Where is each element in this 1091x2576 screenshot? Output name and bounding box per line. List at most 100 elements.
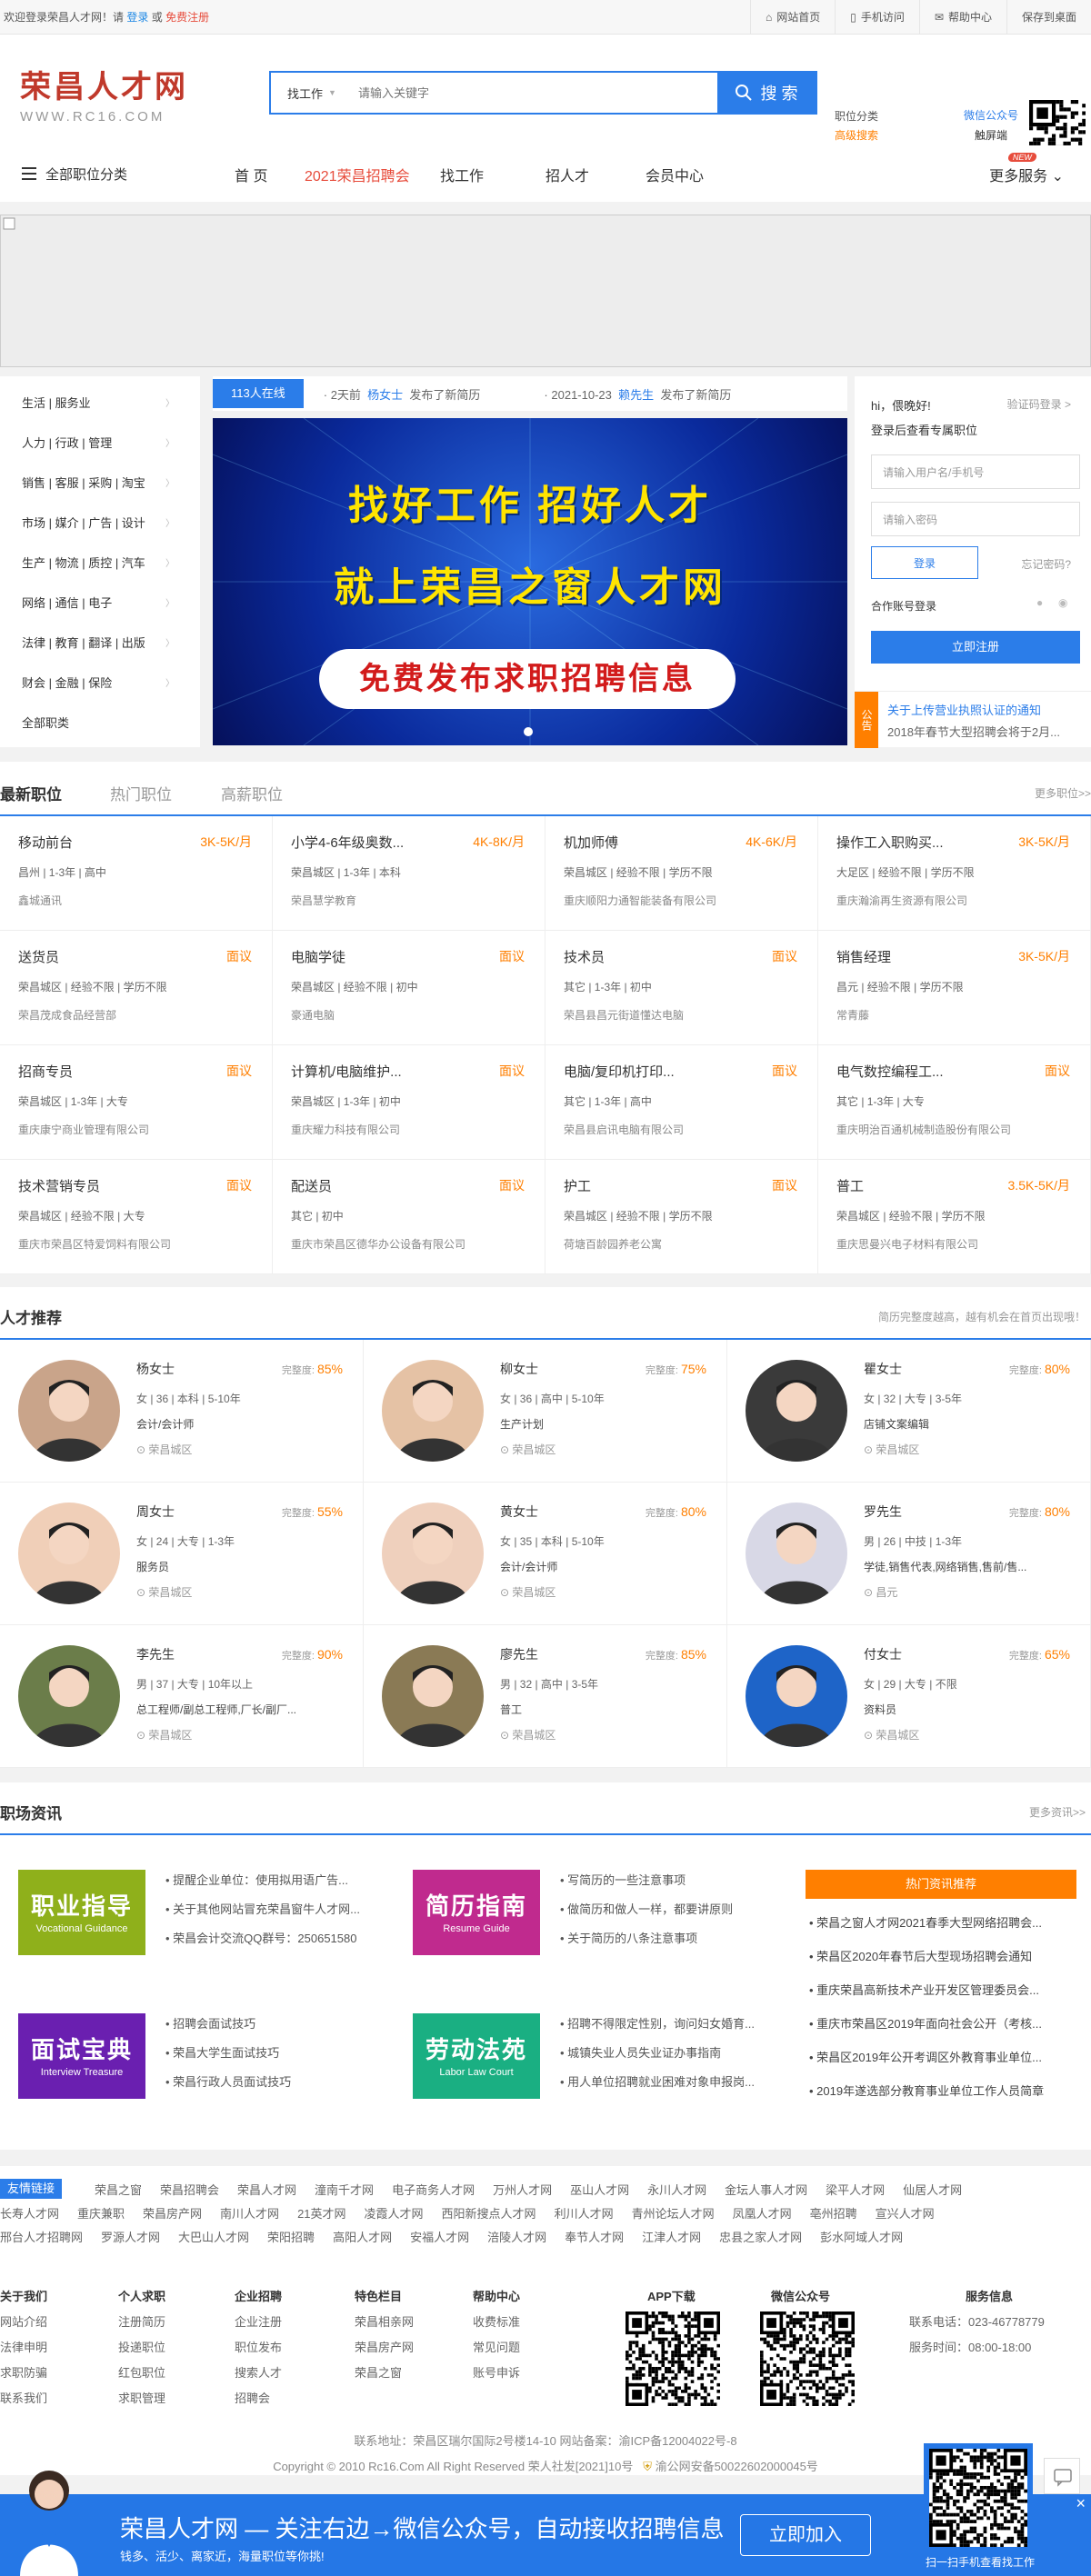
footer-link[interactable]: 红包职位 (118, 2361, 165, 2386)
category-item[interactable]: 全部职类 (0, 702, 200, 742)
talent-card[interactable]: 廖先生 完整度: 85% 男 | 32 | 高中 | 3-5年 普工 ⊙ 荣昌城… (364, 1625, 727, 1768)
site-logo[interactable]: 荣昌人才网 WWW.RC16.COM (20, 62, 188, 125)
news-category-box[interactable]: 职业指导 Vocational Guidance (18, 1870, 145, 1955)
news-item[interactable]: • 荣昌大学生面试技巧 (165, 2039, 291, 2068)
friend-link[interactable]: 金坛人事人才网 (725, 2183, 807, 2197)
talent-name[interactable]: 罗先生 (864, 1503, 902, 1521)
news-item[interactable]: • 城镇失业人员失业证办事指南 (560, 2039, 755, 2068)
login-link[interactable]: 登录 (126, 11, 148, 24)
help-link[interactable]: ✉ 帮助中心 (918, 0, 1006, 34)
friend-link[interactable]: 奉节人才网 (565, 2231, 624, 2244)
save-desktop-link[interactable]: 保存到桌面 (1006, 0, 1091, 34)
job-card[interactable]: 技术营销专员 面议 荣昌城区 | 经验不限 | 大专 重庆市荣昌区特爱饲料有限公… (0, 1160, 273, 1274)
friend-link[interactable]: 青州论坛人才网 (632, 2207, 715, 2221)
friend-link[interactable]: 荣昌招聘会 (160, 2183, 219, 2197)
tab-latest-jobs[interactable]: 最新职位 (0, 782, 62, 804)
avatar[interactable] (746, 1360, 847, 1462)
news-item[interactable]: • 用人单位招聘就业困难对象申报岗... (560, 2068, 755, 2097)
nav-find-job[interactable]: 找工作 (440, 164, 484, 185)
job-company[interactable]: 重庆康宁商业管理有限公司 (18, 1122, 254, 1137)
category-item[interactable]: 财会 | 金融 | 保险〉 (0, 662, 200, 702)
talent-card[interactable]: 杨女士 完整度: 85% 女 | 36 | 本科 | 5-10年 会计/会计师 … (0, 1340, 364, 1483)
avatar[interactable] (382, 1645, 484, 1747)
footer-link[interactable]: 账号申诉 (473, 2361, 520, 2386)
job-card[interactable]: 护工 面议 荣昌城区 | 经验不限 | 学历不限 荷塘百龄园养老公寓 (546, 1160, 818, 1274)
category-item[interactable]: 生产 | 物流 | 质控 | 汽车〉 (0, 542, 200, 582)
nav-home[interactable]: 首 页 (235, 164, 267, 185)
avatar[interactable] (382, 1503, 484, 1604)
footer-link[interactable]: 法律申明 (0, 2335, 47, 2361)
friend-link[interactable]: 罗源人才网 (101, 2231, 160, 2244)
code-login-link[interactable]: 验证码登录 > (1007, 396, 1071, 412)
nav-member-center[interactable]: 会员中心 (646, 164, 704, 185)
nav-job-fair[interactable]: 2021荣昌招聘会 (305, 164, 410, 185)
hot-news-item[interactable]: • 重庆荣昌高新技术产业开发区管理委员会... (809, 1973, 1082, 2007)
talent-name[interactable]: 付女士 (864, 1645, 902, 1663)
footer-link[interactable]: 收费标准 (473, 2310, 520, 2335)
category-link[interactable]: 职位分类 (835, 107, 878, 126)
search-input[interactable] (353, 73, 717, 113)
footer-link[interactable]: 荣昌相亲网 (355, 2310, 414, 2335)
footer-link[interactable]: 注册简历 (118, 2310, 165, 2335)
talent-name[interactable]: 廖先生 (500, 1645, 538, 1663)
news-item[interactable]: • 关于其他网站冒充荣昌窗牛人才网... (165, 1895, 360, 1924)
hot-news-item[interactable]: • 重庆市荣昌区2019年面向社会公开（考核... (809, 2007, 1082, 2041)
job-company[interactable]: 荣昌县昌元街道懂达电脑 (564, 1007, 799, 1023)
avatar[interactable] (18, 1645, 120, 1747)
friend-link[interactable]: 永川人才网 (647, 2183, 706, 2197)
username-field[interactable]: 请输入用户名/手机号 (871, 454, 1080, 489)
friend-link[interactable]: 梁平人才网 (826, 2183, 885, 2197)
friend-link[interactable]: 邢台人才招聘网 (0, 2231, 83, 2244)
avatar[interactable] (18, 1503, 120, 1604)
notice-item[interactable]: 2018年春节大型招聘会将于2月... (887, 723, 1060, 740)
friend-link[interactable]: 巫山人才网 (570, 2183, 629, 2197)
news-category-box[interactable]: 劳动法苑 Labor Law Court (413, 2013, 540, 2099)
friend-link[interactable]: 大巴山人才网 (178, 2231, 249, 2244)
footer-link[interactable]: 求职防骗 (0, 2361, 47, 2386)
footer-link[interactable]: 常见问题 (473, 2335, 520, 2361)
wechat-icon[interactable]: ◉ (1058, 596, 1067, 609)
talent-card[interactable]: 付女士 完整度: 65% 女 | 29 | 大专 | 不限 资料员 ⊙ 荣昌城区 (727, 1625, 1091, 1768)
join-now-button[interactable]: 立即加入 (740, 2514, 871, 2556)
category-item[interactable]: 市场 | 媒介 | 广告 | 设计〉 (0, 502, 200, 542)
job-card[interactable]: 配送员 面议 其它 | 初中 重庆市荣昌区德华办公设备有限公司 (273, 1160, 546, 1274)
friend-link[interactable]: 江津人才网 (642, 2231, 701, 2244)
job-title[interactable]: 电气数控编程工... (836, 1062, 1072, 1081)
hero-carousel[interactable]: 找好工作 招好人才 就上荣昌之窗人才网 免费发布求职招聘信息 (213, 418, 847, 745)
friend-link[interactable]: 仙居人才网 (903, 2183, 962, 2197)
footer-link[interactable]: 网站介绍 (0, 2310, 47, 2335)
friend-link[interactable]: 长寿人才网 (0, 2207, 59, 2221)
job-title[interactable]: 技术员 (564, 947, 799, 966)
job-title[interactable]: 送货员 (18, 947, 254, 966)
job-card[interactable]: 移动前台 3K-5K/月 昌州 | 1-3年 | 高中 鑫城通讯 (0, 816, 273, 931)
job-company[interactable]: 重庆市荣昌区特爱饲料有限公司 (18, 1236, 254, 1252)
mobile-link[interactable]: ▯ 手机访问 (835, 0, 919, 34)
hot-news-item[interactable]: • 2019年遂选部分教育事业单位工作人员简章 (809, 2074, 1082, 2108)
touch-link[interactable]: 触屏端 (964, 125, 1018, 145)
news-item[interactable]: • 招聘会面试技巧 (165, 2010, 291, 2039)
friend-link[interactable]: 潼南千才网 (315, 2183, 374, 2197)
footer-link[interactable]: 投递职位 (118, 2335, 165, 2361)
category-item[interactable]: 生活 | 服务业〉 (0, 382, 200, 422)
friend-link[interactable]: 安福人才网 (410, 2231, 469, 2244)
top-banner-image[interactable] (0, 215, 1091, 367)
all-categories-menu[interactable]: 全部职位分类 (22, 165, 127, 184)
news-category-box[interactable]: 面试宝典 Interview Treasure (18, 2013, 145, 2099)
footer-link[interactable]: 职位发布 (235, 2335, 282, 2361)
hot-news-item[interactable]: • 荣昌区2019年公开考调区外教育事业单位... (809, 2041, 1082, 2074)
tab-high-salary-jobs[interactable]: 高薪职位 (221, 782, 283, 804)
friend-link[interactable]: 南川人才网 (220, 2207, 279, 2221)
talent-card[interactable]: 柳女士 完整度: 75% 女 | 36 | 高中 | 5-10年 生产计划 ⊙ … (364, 1340, 727, 1483)
job-company[interactable]: 重庆思曼兴电子材料有限公司 (836, 1236, 1072, 1252)
search-type-select[interactable]: 找工作 ▼ (271, 73, 353, 113)
talent-name[interactable]: 瞿女士 (864, 1360, 902, 1378)
news-category-box[interactable]: 简历指南 Resume Guide (413, 1870, 540, 1955)
job-card[interactable]: 电气数控编程工... 面议 其它 | 1-3年 | 大专 重庆明治百通机械制造股… (818, 1045, 1091, 1160)
friend-link[interactable]: 高阳人才网 (333, 2231, 392, 2244)
category-item[interactable]: 网络 | 通信 | 电子〉 (0, 582, 200, 622)
news-item[interactable]: • 荣昌行政人员面试技巧 (165, 2068, 291, 2097)
news-item[interactable]: • 招聘不得限定性别，询问妇女婚育... (560, 2010, 755, 2039)
talent-name[interactable]: 柳女士 (500, 1360, 538, 1378)
job-title[interactable]: 电脑/复印机打印... (564, 1062, 799, 1081)
job-title[interactable]: 电脑学徒 (291, 947, 526, 966)
